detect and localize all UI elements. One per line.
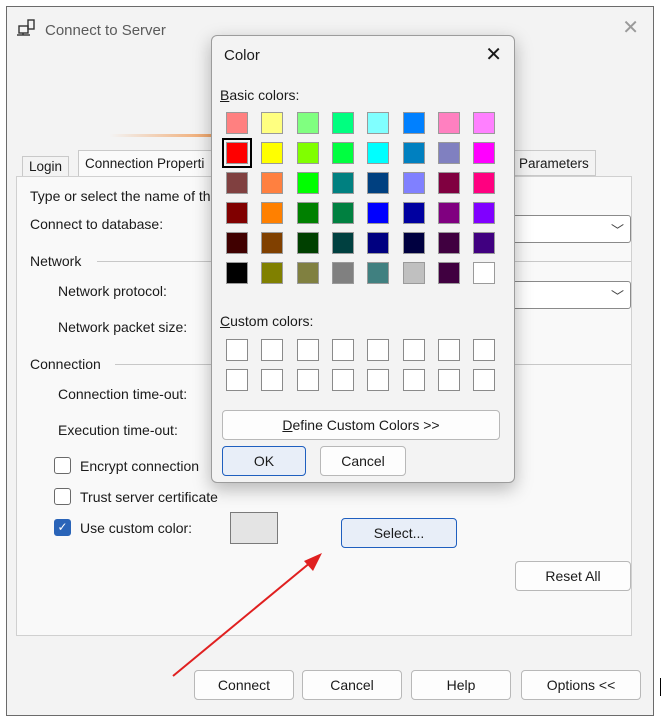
basic-color-swatch[interactable]	[226, 202, 248, 224]
custom-color-swatch[interactable]	[261, 369, 284, 391]
basic-color-swatch[interactable]	[331, 142, 354, 164]
custom-color-swatch[interactable]	[402, 369, 425, 391]
custom-color-swatch[interactable]	[331, 369, 354, 391]
basic-color-swatch[interactable]	[473, 112, 496, 134]
basic-color-swatch[interactable]	[402, 142, 425, 164]
basic-color-swatch[interactable]	[261, 142, 284, 164]
basic-color-swatch[interactable]	[437, 112, 460, 134]
custom-color-swatch[interactable]	[473, 369, 496, 391]
custom-color-swatch[interactable]	[367, 369, 390, 391]
basic-color-swatch[interactable]	[331, 172, 354, 194]
cancel-button[interactable]: Cancel	[320, 446, 406, 476]
basic-color-swatch[interactable]	[473, 142, 496, 164]
custom-color-swatch[interactable]	[437, 339, 460, 361]
basic-color-swatch[interactable]	[402, 262, 425, 284]
basic-color-swatch[interactable]	[367, 142, 390, 164]
custom-color-swatch[interactable]	[402, 339, 425, 361]
basic-color-swatch[interactable]	[331, 262, 354, 284]
define-custom-colors-button[interactable]: Define Custom Colors >>	[222, 410, 500, 440]
basic-color-swatch[interactable]	[367, 232, 390, 254]
basic-color-swatch[interactable]	[367, 172, 390, 194]
custom-color-swatch[interactable]	[226, 369, 248, 391]
custom-colors-label: Custom colors:	[220, 313, 314, 329]
color-dialog: Color ✕ Basic colors: Custom colors: Def…	[211, 35, 515, 483]
basic-color-swatch[interactable]	[402, 202, 425, 224]
basic-colors-label: Basic colors:	[220, 87, 300, 103]
basic-color-swatch[interactable]	[226, 172, 248, 194]
basic-color-swatch[interactable]	[261, 232, 284, 254]
close-icon[interactable]: ✕	[485, 42, 502, 67]
custom-color-swatch[interactable]	[331, 339, 354, 361]
basic-color-swatch[interactable]	[473, 172, 496, 194]
basic-color-swatch[interactable]	[296, 142, 319, 164]
basic-color-swatch[interactable]	[226, 262, 248, 284]
basic-color-swatch[interactable]	[296, 172, 319, 194]
basic-color-swatch[interactable]	[296, 202, 319, 224]
basic-color-swatch[interactable]	[473, 202, 496, 224]
custom-color-swatch[interactable]	[296, 369, 319, 391]
basic-color-swatch[interactable]	[226, 232, 248, 254]
basic-color-swatch[interactable]	[331, 202, 354, 224]
basic-color-swatch[interactable]	[437, 262, 460, 284]
basic-color-swatch[interactable]	[402, 232, 425, 254]
custom-color-swatch[interactable]	[261, 339, 284, 361]
basic-color-swatch[interactable]	[367, 202, 390, 224]
basic-color-swatch[interactable]	[367, 112, 390, 134]
custom-color-swatch[interactable]	[367, 339, 390, 361]
custom-color-swatch[interactable]	[473, 339, 496, 361]
basic-color-swatch[interactable]	[402, 112, 425, 134]
basic-color-swatch[interactable]	[261, 262, 284, 284]
basic-color-swatch[interactable]	[296, 262, 319, 284]
custom-color-swatch[interactable]	[437, 369, 460, 391]
basic-color-swatch[interactable]	[261, 112, 284, 134]
basic-color-swatch[interactable]	[226, 112, 248, 134]
basic-color-swatch[interactable]	[261, 202, 284, 224]
basic-color-swatch[interactable]	[296, 112, 319, 134]
basic-color-swatch[interactable]	[331, 232, 354, 254]
basic-color-swatch[interactable]	[331, 112, 354, 134]
color-dialog-title: Color	[224, 47, 260, 64]
basic-color-swatch[interactable]	[437, 142, 460, 164]
basic-color-swatch[interactable]	[473, 262, 496, 284]
basic-color-swatch[interactable]	[367, 262, 390, 284]
custom-color-swatch[interactable]	[296, 339, 319, 361]
basic-color-swatch[interactable]	[222, 138, 252, 168]
basic-color-swatch[interactable]	[261, 172, 284, 194]
basic-color-swatch[interactable]	[402, 172, 425, 194]
custom-color-swatch[interactable]	[226, 339, 248, 361]
basic-color-swatch[interactable]	[437, 172, 460, 194]
basic-color-swatch[interactable]	[296, 232, 319, 254]
basic-color-swatch[interactable]	[473, 232, 496, 254]
ok-button[interactable]: OK	[222, 446, 306, 476]
basic-color-swatch[interactable]	[437, 232, 460, 254]
basic-color-swatch[interactable]	[437, 202, 460, 224]
